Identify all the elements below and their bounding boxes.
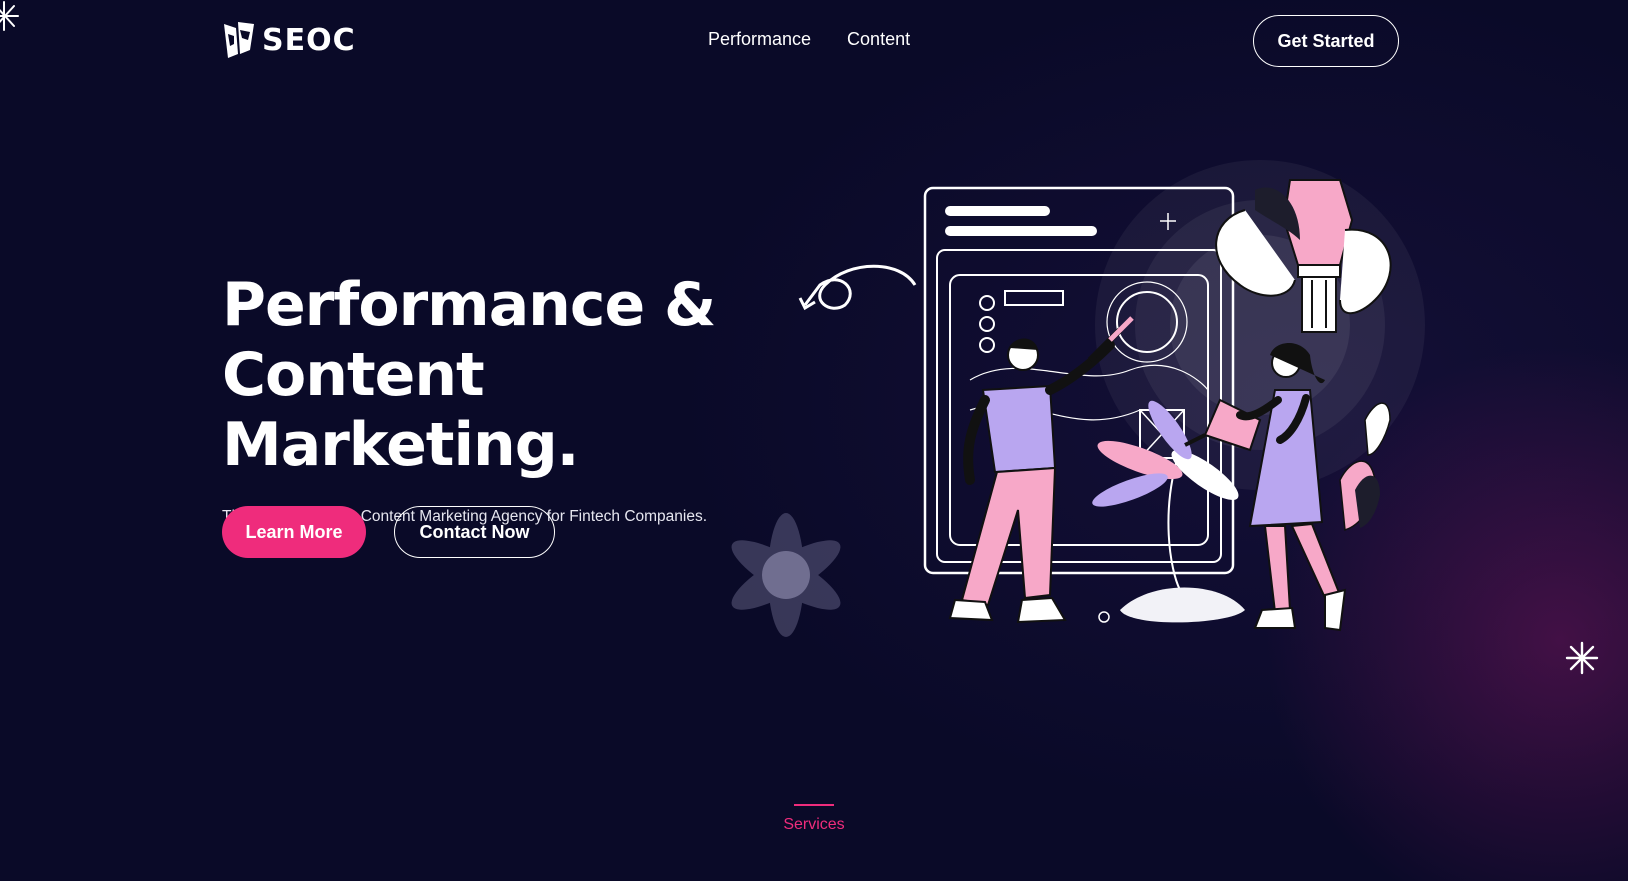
main-nav: Performance Content bbox=[708, 29, 910, 50]
services-section-label: Services bbox=[0, 804, 1628, 834]
logo-icon bbox=[224, 22, 254, 58]
nav-link-content[interactable]: Content bbox=[847, 29, 910, 50]
hero-title-line-2: Content Marketing. bbox=[222, 340, 579, 480]
brand-logo[interactable]: SEOC bbox=[222, 20, 356, 60]
get-started-button[interactable]: Get Started bbox=[1253, 15, 1399, 67]
contact-now-button[interactable]: Contact Now bbox=[394, 506, 555, 558]
logo-text: SEOC bbox=[262, 22, 356, 58]
hero-title-line-1: Performance & bbox=[222, 270, 716, 340]
hero-illustration bbox=[798, 160, 1425, 632]
learn-more-button[interactable]: Learn More bbox=[222, 506, 366, 558]
services-label: Services bbox=[783, 816, 845, 833]
sparkle-icon bbox=[1565, 641, 1599, 675]
section-divider bbox=[794, 804, 834, 806]
site-header: SEOC Performance Content Get Started bbox=[0, 0, 1628, 80]
nav-link-performance[interactable]: Performance bbox=[708, 29, 811, 50]
